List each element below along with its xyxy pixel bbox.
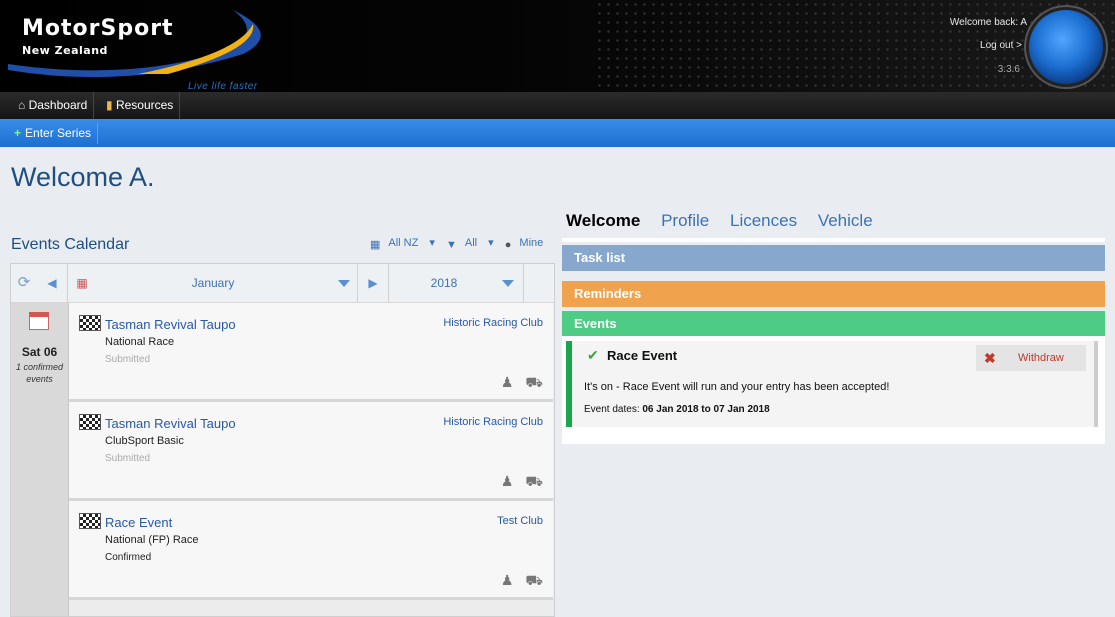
nav-resources[interactable]: ▮ Resources bbox=[100, 92, 181, 119]
page-title: Welcome A. bbox=[11, 162, 155, 192]
calendar-filters: ▦ All NZ ▾ ▼ All ▾ ● Mine bbox=[370, 236, 559, 251]
month-select-label: January bbox=[191, 276, 235, 290]
event-club[interactable]: Historic Racing Club bbox=[443, 416, 543, 428]
date-column: Sat 06 1 confirmed events bbox=[11, 303, 69, 616]
date-event-count: 1 confirmed events bbox=[11, 361, 68, 385]
motorsport-logo[interactable]: MotorSport New Zealand Live life faster bbox=[8, 4, 278, 92]
event-row[interactable]: Tasman Revival Taupo National Race Submi… bbox=[69, 303, 553, 402]
tab-welcome[interactable]: Welcome bbox=[566, 211, 640, 231]
calendar-panel: ⟳ ◀ ▦ January ▶ 2018 Sat 06 1 confirmed … bbox=[10, 263, 555, 617]
event-type: ClubSport Basic bbox=[105, 435, 184, 447]
enter-series-label: Enter Series bbox=[25, 126, 92, 140]
event-card: ✔ Race Event ✖ Withdraw It's on - Race E… bbox=[566, 341, 1098, 427]
sub-nav: + Enter Series bbox=[0, 119, 1115, 147]
date-calendar-icon bbox=[29, 312, 49, 330]
event-type: National (FP) Race bbox=[105, 534, 199, 546]
tab-profile[interactable]: Profile bbox=[661, 211, 709, 231]
reminders-section[interactable]: Reminders bbox=[562, 281, 1105, 307]
calendar-title: Events Calendar bbox=[11, 236, 130, 253]
logo-tagline: Live life faster bbox=[188, 81, 258, 92]
plus-icon: + bbox=[14, 126, 22, 140]
version-text: 3.3.6 bbox=[997, 64, 1020, 75]
events-section[interactable]: Events bbox=[562, 311, 1105, 337]
task-list-section[interactable]: Task list bbox=[562, 245, 1105, 271]
person-icon: ● bbox=[504, 239, 512, 251]
next-month-icon[interactable]: ▶ bbox=[358, 264, 388, 302]
event-card-message: It's on - Race Event will run and your e… bbox=[584, 381, 890, 393]
funnel-icon: ▼ bbox=[446, 239, 457, 251]
checkered-flag-icon bbox=[79, 414, 101, 430]
event-status: Confirmed bbox=[105, 552, 152, 563]
calendar-navigation: ⟳ ◀ ▦ January ▶ 2018 bbox=[11, 264, 554, 303]
user-badge-icon[interactable] bbox=[1029, 10, 1103, 84]
header: MotorSport New Zealand Live life faster … bbox=[0, 0, 1115, 92]
date-day: Sat 06 bbox=[21, 345, 58, 359]
tab-underline bbox=[562, 238, 1105, 242]
main-nav: ⌂ Dashboard ▮ Resources bbox=[0, 92, 1115, 119]
book-icon: ▮ bbox=[106, 98, 113, 112]
home-icon: ⌂ bbox=[18, 98, 26, 112]
mine-filter-label: Mine bbox=[519, 237, 544, 249]
tab-licences[interactable]: Licences bbox=[730, 211, 797, 231]
event-status: Submitted bbox=[105, 453, 151, 464]
checkered-flag-icon bbox=[79, 315, 101, 331]
event-row[interactable]: Tasman Revival Taupo ClubSport Basic Sub… bbox=[69, 402, 553, 501]
nav-resources-label: Resources bbox=[115, 98, 174, 112]
withdraw-button[interactable]: ✖ Withdraw bbox=[976, 345, 1086, 371]
enter-series-button[interactable]: + Enter Series bbox=[10, 123, 99, 144]
region-filter[interactable]: ▦ All NZ ▾ bbox=[370, 237, 435, 251]
region-filter-label: All NZ bbox=[388, 237, 419, 249]
check-icon: ✔ bbox=[587, 347, 599, 363]
type-filter-label: All bbox=[464, 237, 478, 249]
map-icon: ▦ bbox=[370, 239, 381, 251]
dashboard-tabs: Welcome Profile Licences Vehicle bbox=[566, 211, 889, 231]
people-icon[interactable]: ♟ bbox=[501, 473, 514, 489]
prev-month-icon[interactable]: ◀ bbox=[37, 264, 67, 302]
date-count-line2: events bbox=[26, 374, 53, 384]
event-dates-value: 06 Jan 2018 to 07 Jan 2018 bbox=[642, 404, 770, 415]
logout-link[interactable]: Log out > bbox=[980, 40, 1022, 51]
event-card-title: Race Event bbox=[607, 348, 678, 363]
people-icon[interactable]: ♟ bbox=[501, 572, 514, 588]
nav-dashboard[interactable]: ⌂ Dashboard bbox=[12, 92, 95, 119]
logo-title: MotorSport bbox=[22, 16, 174, 41]
checkered-flag-icon bbox=[79, 513, 101, 529]
date-count-line1: 1 confirmed bbox=[15, 362, 64, 372]
event-actions: ♟ ⛟ bbox=[489, 374, 543, 393]
event-card-dates: Event dates: 06 Jan 2018 to 07 Jan 2018 bbox=[584, 404, 770, 415]
welcome-back-text: Welcome back: A bbox=[949, 17, 1027, 28]
car-icon[interactable]: ⛟ bbox=[525, 374, 543, 390]
tab-vehicle[interactable]: Vehicle bbox=[818, 211, 873, 231]
logo-subtitle: New Zealand bbox=[22, 44, 108, 57]
calendar-icon: ▦ bbox=[76, 276, 88, 290]
mine-filter[interactable]: ● Mine bbox=[504, 237, 552, 251]
close-icon: ✖ bbox=[984, 350, 996, 366]
event-type: National Race bbox=[105, 336, 175, 348]
event-name[interactable]: Race Event bbox=[105, 515, 172, 530]
year-dropdown-icon[interactable] bbox=[497, 264, 519, 302]
car-icon[interactable]: ⛟ bbox=[525, 473, 543, 489]
event-name[interactable]: Tasman Revival Taupo bbox=[105, 317, 236, 332]
event-name[interactable]: Tasman Revival Taupo bbox=[105, 416, 236, 431]
year-select[interactable]: 2018 bbox=[389, 264, 499, 302]
events-list: ✔ Race Event ✖ Withdraw It's on - Race E… bbox=[562, 336, 1105, 444]
refresh-icon[interactable]: ⟳ bbox=[11, 264, 37, 302]
event-status: Submitted bbox=[105, 354, 151, 365]
event-actions: ♟ ⛟ bbox=[489, 572, 543, 591]
month-dropdown-icon[interactable] bbox=[333, 264, 355, 302]
people-icon[interactable]: ♟ bbox=[501, 374, 514, 390]
year-select-label: 2018 bbox=[430, 276, 458, 290]
withdraw-label: Withdraw bbox=[1018, 352, 1064, 364]
event-club[interactable]: Historic Racing Club bbox=[443, 317, 543, 329]
event-club[interactable]: Test Club bbox=[497, 515, 543, 527]
event-row[interactable]: Race Event National (FP) Race Confirmed … bbox=[69, 501, 553, 600]
type-filter[interactable]: ▼ All ▾ bbox=[446, 237, 494, 251]
month-select[interactable]: January bbox=[93, 264, 333, 302]
car-icon[interactable]: ⛟ bbox=[525, 572, 543, 588]
event-dates-label: Event dates: bbox=[584, 404, 640, 415]
event-actions: ♟ ⛟ bbox=[489, 473, 543, 492]
nav-dashboard-label: Dashboard bbox=[28, 98, 88, 112]
